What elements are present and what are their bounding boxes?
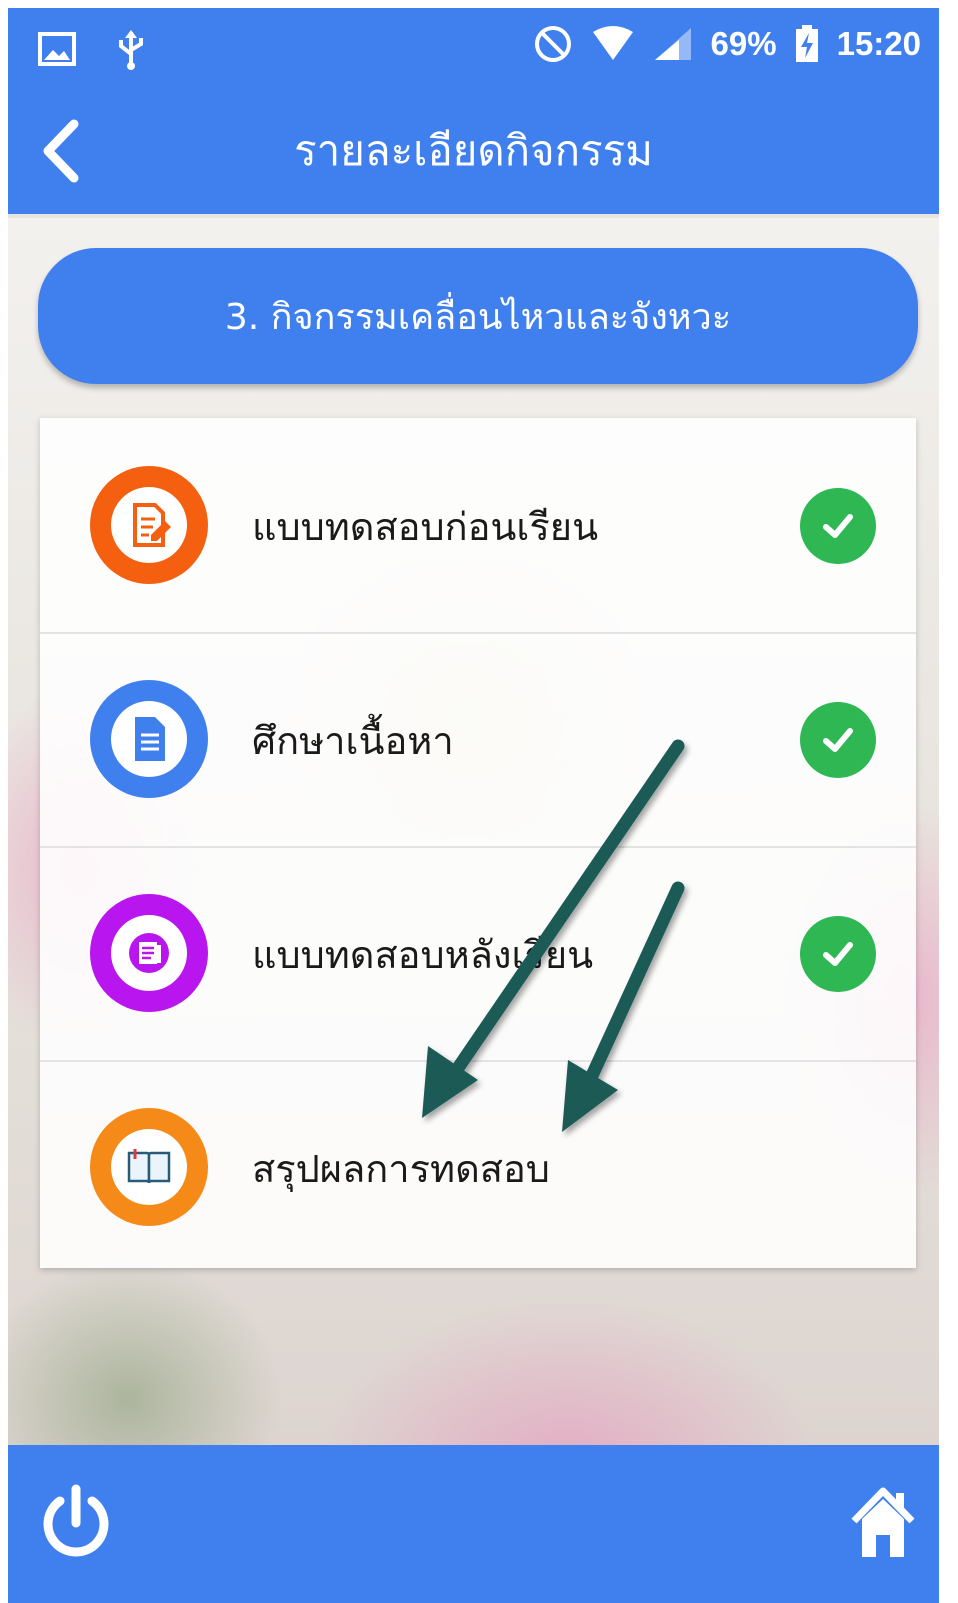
power-icon[interactable] (36, 1483, 116, 1563)
section-title: 3. กิจกรรมเคลื่อนไหวและจังหวะ (224, 296, 732, 338)
page-title: รายละเอียดกิจกรรม (294, 126, 653, 175)
post-test-icon (129, 933, 169, 973)
clock: 15:20 (836, 25, 921, 62)
app-bar: รายละเอียดกิจกรรม (8, 88, 939, 214)
study-icon-badge (90, 680, 208, 798)
image-notification-icon (38, 32, 76, 66)
home-icon[interactable] (850, 1485, 916, 1561)
activity-item-test-summary[interactable]: สรุปผลการทดสอบ (40, 1060, 916, 1274)
posttest-icon-badge (90, 894, 208, 1012)
cellular-signal-icon (654, 28, 691, 60)
wifi-icon (592, 26, 633, 60)
activity-list: แบบทดสอบก่อนเรียน ศึกษาเนื้อหา แบบทดสอบห… (40, 418, 916, 1268)
pretest-icon-badge (90, 466, 208, 584)
section-header: 3. กิจกรรมเคลื่อนไหวและจังหวะ (38, 248, 918, 384)
activity-label: แบบทดสอบก่อนเรียน (252, 505, 599, 549)
document-icon (135, 717, 165, 761)
activity-label: แบบทดสอบหลังเรียน (252, 933, 594, 977)
battery-charging-icon (795, 25, 818, 62)
battery-percentage: 69% (710, 25, 777, 62)
activity-label: ศึกษาเนื้อหา (252, 719, 454, 763)
summary-icon-badge (90, 1108, 208, 1226)
bottom-navigation (8, 1445, 939, 1603)
completed-check-icon (800, 488, 876, 564)
do-not-disturb-icon (534, 26, 571, 62)
open-book-icon (127, 1149, 171, 1184)
activity-item-posttest[interactable]: แบบทดสอบหลังเรียน (40, 846, 916, 1062)
activity-label: สรุปผลการทดสอบ (252, 1147, 550, 1191)
completed-check-icon (800, 916, 876, 992)
activity-item-pretest[interactable]: แบบทดสอบก่อนเรียน (40, 418, 916, 634)
status-bar: 69% 15:20 (8, 8, 939, 88)
completed-check-icon (800, 702, 876, 778)
test-edit-icon (133, 503, 171, 547)
app-screen: 69% 15:20 รายละเอียดกิจกรรม 3. กิจกรรมเค… (8, 8, 939, 1603)
activity-item-study-content[interactable]: ศึกษาเนื้อหา (40, 632, 916, 848)
usb-icon (119, 30, 143, 70)
